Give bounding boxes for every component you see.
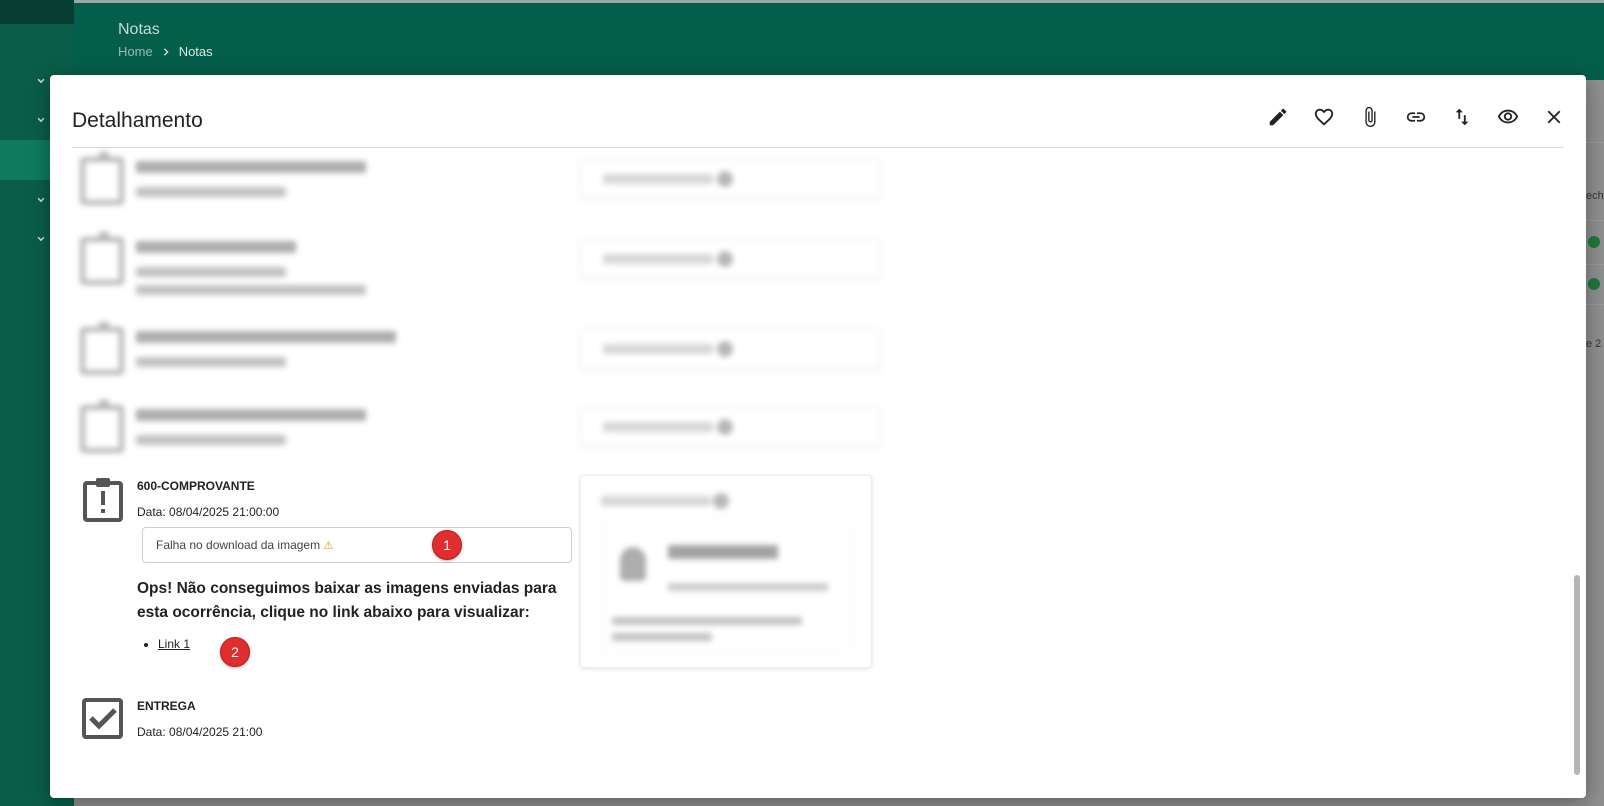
event-title: 600-COMPROVANTE — [137, 479, 255, 493]
download-error-text: Falha no download da imagem ⚠ — [156, 538, 334, 552]
background-fragment: e 2 — [1586, 338, 1602, 350]
truck-icon — [1588, 236, 1600, 248]
blurred-event — [80, 400, 920, 465]
annotation-marker: 2 — [220, 637, 250, 667]
warning-icon: ⚠ — [323, 540, 334, 552]
avatar — [620, 547, 646, 581]
user-card — [580, 475, 872, 668]
scrollbar[interactable] — [1574, 575, 1580, 775]
background-table-edge: echo e 2 — [1586, 120, 1604, 400]
modal-title: Detalhamento — [72, 109, 203, 132]
chevron-right-icon — [163, 47, 169, 56]
sidebar-top-block — [0, 0, 74, 24]
favorite-icon — [1314, 108, 1334, 126]
attach-button[interactable] — [1358, 105, 1382, 129]
event-date: Data: 08/04/2025 21:00:00 — [137, 505, 280, 519]
download-error-message: Ops! Não conseguimos baixar as imagens e… — [137, 580, 557, 621]
page-title: Notas — [118, 21, 160, 38]
breadcrumb-current: Notas — [178, 44, 213, 59]
close-icon — [1547, 110, 1561, 124]
sort-button[interactable] — [1450, 105, 1474, 129]
truck-icon — [1588, 278, 1600, 290]
app-header: Notas Home Notas — [74, 0, 1604, 80]
chevron-down-icon[interactable] — [34, 232, 48, 246]
attach-icon — [1365, 106, 1376, 128]
background-fragment: echo — [1586, 190, 1604, 202]
link-button[interactable] — [1404, 105, 1428, 129]
event-title: ENTREGA — [137, 699, 196, 713]
edit-icon — [1269, 108, 1287, 126]
header-divider — [72, 147, 1564, 148]
blurred-event — [80, 232, 920, 307]
clipboard-alert-icon — [83, 478, 123, 522]
link-list: Link 1 — [158, 637, 190, 651]
breadcrumb: Home Notas — [118, 44, 213, 59]
detail-modal: Detalhamento 600-COMPROVANTE Data: 08/04… — [50, 75, 1586, 798]
breadcrumb-home[interactable]: Home — [118, 44, 153, 59]
list-item: Link 1 — [158, 637, 190, 651]
chevron-down-icon[interactable] — [34, 113, 48, 127]
edit-button[interactable] — [1266, 105, 1290, 129]
chevron-down-icon[interactable] — [34, 74, 48, 88]
blurred-event — [80, 322, 920, 387]
modal-actions — [1266, 105, 1566, 129]
download-error-box: Falha no download da imagem ⚠ — [142, 527, 572, 563]
sort-icon — [1455, 108, 1469, 126]
view-icon — [1497, 109, 1519, 124]
link-icon — [1406, 112, 1426, 122]
blurred-event — [80, 152, 920, 217]
favorite-button[interactable] — [1312, 105, 1336, 129]
view-button[interactable] — [1496, 105, 1520, 129]
checkbox-checked-icon — [82, 698, 123, 739]
image-link[interactable]: Link 1 — [158, 637, 190, 651]
chevron-down-icon[interactable] — [34, 193, 48, 207]
annotation-marker: 1 — [432, 530, 462, 560]
event-date: Data: 08/04/2025 21:00 — [137, 725, 263, 739]
close-button[interactable] — [1542, 105, 1566, 129]
